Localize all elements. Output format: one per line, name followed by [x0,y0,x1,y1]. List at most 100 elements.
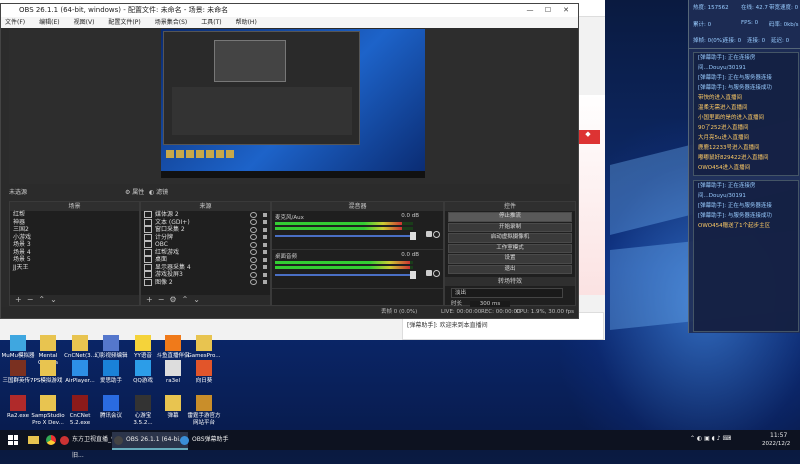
add-icon[interactable]: + [146,295,153,304]
desktop-icon[interactable]: 雷霆手游官方网站平台 [186,395,222,427]
desktop-icon[interactable]: 向日葵 [186,360,222,385]
lock-icon[interactable] [263,212,267,217]
desktop-icon[interactable]: GamesPro... [186,335,222,360]
lock-icon[interactable] [263,242,267,247]
eye-icon[interactable] [250,271,257,278]
eye-icon[interactable] [250,241,257,248]
menu-profile[interactable]: 配置文件(P) [108,17,140,28]
stop-streaming-button[interactable]: 停止推流 [448,212,572,222]
start-recording-button[interactable]: 开始录制 [448,222,572,232]
add-icon[interactable]: + [15,295,22,304]
studio-mode-button[interactable]: 工作室模式 [448,243,572,253]
lock-icon[interactable] [263,235,267,240]
menu-edit[interactable]: 编辑(E) [39,17,59,28]
source-item[interactable]: 图像 2 [141,279,270,287]
eye-icon[interactable] [250,234,257,241]
gear-icon[interactable]: ⚙ [169,295,176,304]
lock-icon[interactable] [263,250,267,255]
remove-icon[interactable]: − [158,295,165,304]
scene-item[interactable]: 小游戏 [10,234,139,242]
source-item[interactable]: OBC [141,241,270,249]
filters-button[interactable]: ◐ 滤镜 [149,188,168,198]
lock-icon[interactable] [263,257,267,262]
scene-item[interactable]: 神器 [10,219,139,227]
eye-icon[interactable] [250,211,257,218]
file-explorer-icon[interactable] [28,436,39,444]
log-line: [弹幕助手]: 正在连接房 [698,55,756,61]
volume-slider[interactable] [275,232,416,240]
speaker-icon[interactable] [426,270,432,276]
source-type-icon [144,241,152,249]
preview-canvas[interactable] [9,29,570,184]
clock-date[interactable]: 2022/12/2 [762,441,790,447]
lock-icon[interactable] [263,272,267,277]
obs-titlebar[interactable]: OBS 26.1.1 (64-bit, windows) - 配置文件: 未命名… [1,4,578,17]
obs-window[interactable]: OBS 26.1.1 (64-bit, windows) - 配置文件: 未命名… [0,3,579,319]
gear-icon[interactable] [433,270,440,277]
remove-icon[interactable]: − [27,295,34,304]
down-icon[interactable]: ⌄ [193,295,200,304]
chrome-icon[interactable] [46,435,56,445]
desktop-icon[interactable]: SampStudio Pro X Dev... [30,395,66,427]
menu-help[interactable]: 帮助(H) [236,17,257,28]
scene-item[interactable]: 场景 5 [10,256,139,264]
source-item[interactable]: 窗口采集 2 [141,226,270,234]
eye-icon[interactable] [250,226,257,233]
eye-icon[interactable] [250,256,257,263]
clock-time[interactable]: 11:57 [770,432,787,439]
browser-gift-badge[interactable]: ◆ [576,130,600,144]
scene-item[interactable]: JJ天王 [10,264,139,272]
scene-item[interactable]: 三国2 [10,226,139,234]
desktop-icon[interactable]: 幻影视频编辑 [93,335,129,360]
lock-icon[interactable] [263,227,267,232]
lock-icon[interactable] [263,280,267,285]
source-item[interactable]: 显示器采集 4 [141,264,270,272]
source-item[interactable]: 计分牌 [141,234,270,242]
menu-view[interactable]: 视图(V) [74,17,95,28]
eye-icon[interactable] [250,249,257,256]
menu-scene-collection[interactable]: 场景集合(S) [155,17,188,28]
minimize-icon[interactable]: — [521,4,539,17]
eye-icon[interactable] [250,264,257,271]
properties-button[interactable]: ⚙ 属性 [125,188,144,198]
virtual-camera-button[interactable]: 启动虚拟摄像机 [448,233,572,243]
up-icon[interactable]: ⌃ [182,295,189,304]
transition-select[interactable]: 淡出 [451,288,563,298]
log-line: 间...Douyu/30191 [698,65,746,71]
menu-tools[interactable]: 工具(T) [201,17,221,28]
preview-image [161,29,425,178]
taskbar-item-helper[interactable]: OBS弹幕助手 [178,432,247,448]
folder-icon [165,395,181,411]
volume-slider[interactable] [275,271,416,279]
windows-start-icon[interactable] [8,435,18,445]
maximize-icon[interactable]: ☐ [539,4,557,17]
gear-icon[interactable] [433,231,440,238]
scene-item[interactable]: 红帮 [10,211,139,219]
desktop-icon[interactable]: PS模拟游戏 [30,360,66,385]
desktop-icon[interactable]: 爱思助手 [93,360,129,385]
source-item[interactable]: 红帮游戏 [141,249,270,257]
source-item[interactable]: 桌面 [141,256,270,264]
close-icon[interactable]: ✕ [557,4,575,17]
desktop-icon[interactable]: 腾讯会议 [93,395,129,420]
tray-icons[interactable]: ⌃ ◐ ▣ ◖ ♪ ⌨ [690,435,731,442]
slider-handle[interactable] [410,271,416,279]
eye-icon[interactable] [250,279,257,286]
lock-icon[interactable] [263,220,267,225]
speaker-icon[interactable] [426,231,432,237]
lock-icon[interactable] [263,265,267,270]
source-item[interactable]: 游戏投屏3 [141,271,270,279]
menu-file[interactable]: 文件(F) [5,17,25,28]
up-icon[interactable]: ⌃ [38,295,45,304]
source-item[interactable]: 文本 (GDI+) [141,219,270,227]
source-item[interactable]: 媒体源 2 [141,211,270,219]
danmaku-helper-window[interactable]: 热度: 157562 在线: 42.7 带宽速度: 0 累计: 0 FPS: 0… [688,0,800,333]
slider-handle[interactable] [410,232,416,240]
settings-button[interactable]: 设置 [448,254,572,264]
scene-item[interactable]: 场景 4 [10,249,139,257]
exit-button[interactable]: 退出 [448,264,572,274]
taskbar-item-obs[interactable]: OBS 26.1.1 (64-bi... [112,432,188,450]
down-icon[interactable]: ⌄ [50,295,57,304]
eye-icon[interactable] [250,219,257,226]
scene-item[interactable]: 场景 3 [10,241,139,249]
